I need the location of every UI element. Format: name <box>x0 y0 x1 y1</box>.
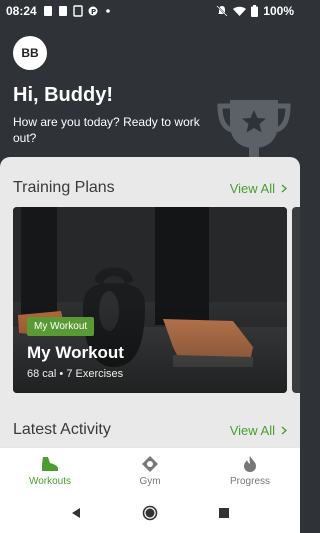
nav-progress-label: Progress <box>229 475 270 487</box>
flame-icon <box>244 455 256 472</box>
next-card-peek[interactable] <box>292 207 300 393</box>
latest-activity-title: Latest Activity <box>13 421 111 438</box>
card-meta: 68 cal • 7 Exercises <box>27 368 124 380</box>
home-button[interactable] <box>142 505 158 521</box>
card-title: My Workout <box>27 343 124 362</box>
training-plans-header: Training Plans View All <box>13 179 287 197</box>
latest-activity-header: Latest Activity View All <box>13 421 287 439</box>
dot-icon <box>105 9 110 13</box>
workout-card[interactable]: My Workout My Workout 68 cal • 7 Exercis… <box>13 207 287 393</box>
notification-icon <box>73 5 83 17</box>
nav-workouts[interactable]: Workouts <box>0 448 100 493</box>
nav-gym[interactable]: Gym <box>100 448 200 493</box>
home-circle-icon <box>142 505 158 521</box>
battery-percent: 100% <box>263 4 294 18</box>
mute-bell-icon <box>216 5 228 17</box>
notification-icons: P <box>43 5 113 17</box>
sneaker-icon <box>42 456 58 471</box>
view-all-label: View All <box>229 422 275 438</box>
nav-progress[interactable]: Progress <box>200 448 300 493</box>
battery-icon <box>251 5 259 17</box>
content-sheet: Training Plans View All My Workout My Wo… <box>0 157 300 447</box>
location-pin-icon <box>142 455 158 472</box>
training-plans-title: Training Plans <box>13 179 115 196</box>
chevron-right-icon <box>281 425 287 435</box>
svg-text:P: P <box>91 8 96 16</box>
nav-gym-label: Gym <box>139 475 161 487</box>
recents-button[interactable] <box>216 505 232 521</box>
system-nav-bar <box>0 493 300 533</box>
header: BB Hi, Buddy! How are you today? Ready t… <box>0 22 300 167</box>
p-app-icon: P <box>88 6 98 16</box>
workout-card-image <box>13 207 287 393</box>
notification-icon <box>58 6 67 16</box>
notification-icon <box>43 6 52 16</box>
training-plans-view-all-link[interactable]: View All <box>230 181 287 196</box>
avatar[interactable]: BB <box>13 36 47 70</box>
greeting: Hi, Buddy! <box>13 84 113 106</box>
status-time: 08:24 <box>6 4 37 18</box>
greeting-subtitle: How are you today? Ready to work out? <box>13 115 200 145</box>
chevron-right-icon <box>281 183 287 193</box>
wifi-icon <box>233 6 247 16</box>
latest-activity-view-all-link[interactable]: View All <box>230 423 287 438</box>
card-badge: My Workout <box>27 317 95 336</box>
view-all-label: View All <box>229 180 275 196</box>
nav-workouts-label: Workouts <box>28 475 72 487</box>
status-bar: 08:24 P 100% <box>0 0 300 22</box>
recents-square-icon <box>219 508 229 518</box>
status-right: 100% <box>216 4 294 18</box>
back-triangle-icon <box>72 508 80 518</box>
back-button[interactable] <box>68 505 84 521</box>
bottom-nav: Workouts Gym Progress <box>0 447 300 493</box>
